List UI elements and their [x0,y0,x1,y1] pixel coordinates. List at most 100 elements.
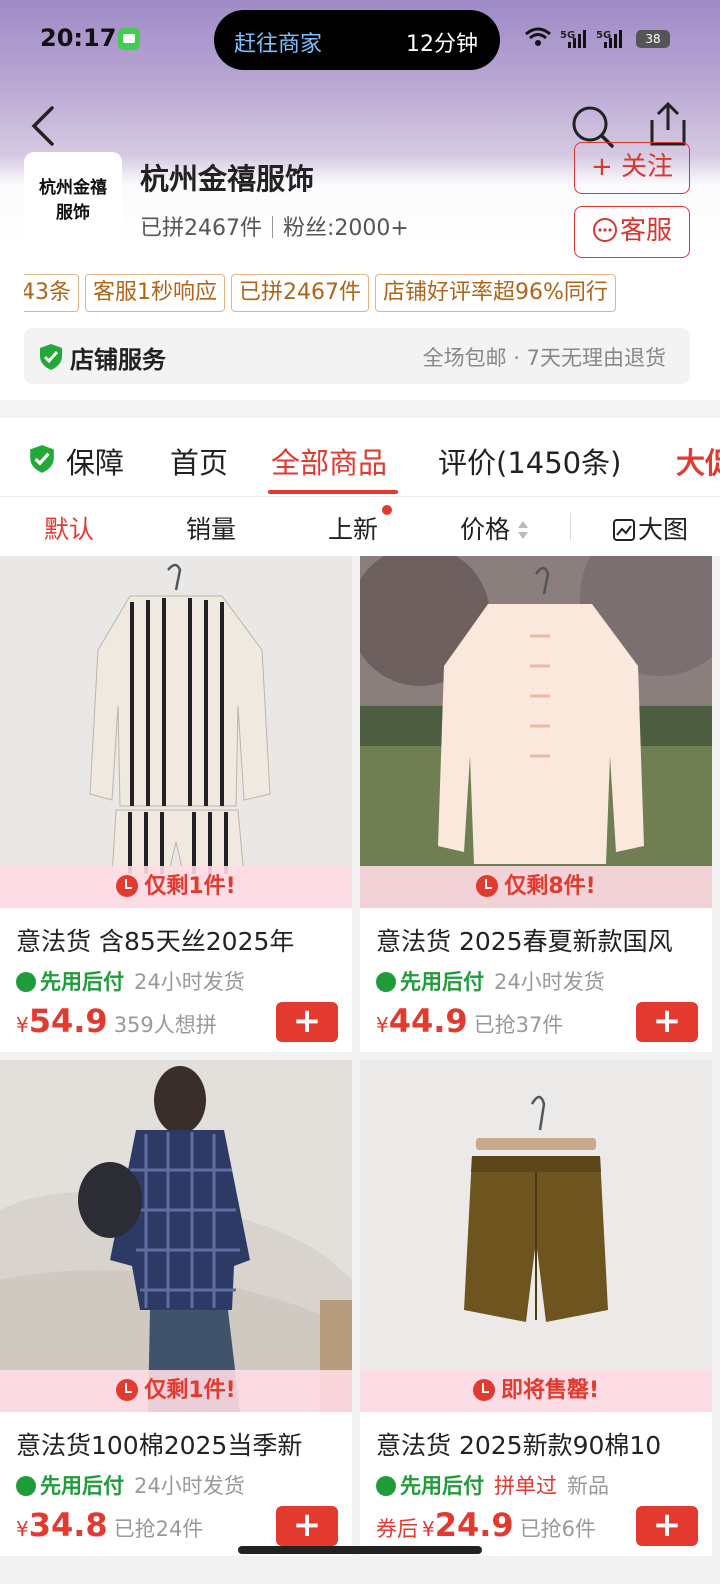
stock-badge-text: 仅剩1件! [144,1378,236,1403]
shop-logo[interactable]: 杭州金禧 服饰 [24,152,122,248]
price-line: ¥44.9 已抢37件 [376,1002,563,1040]
stock-badge: 即将售罄! [360,1370,712,1412]
shop-sold-count: 已拼2467件 [140,216,262,241]
product-card[interactable]: 仅剩1件! 意法货100棉2025当季新 先用后付 24小时发货 ¥34.8 已抢2… [0,1060,352,1556]
currency-symbol: ¥ [16,1517,29,1541]
product-title: 意法货 2025春夏新款国风 [376,927,673,956]
currency-symbol: ¥ [16,1013,29,1037]
add-to-cart-button[interactable]: + [636,1002,698,1042]
product-card[interactable]: 仅剩8件! 意法货 2025春夏新款国风 先用后付 24小时发货 ¥44.9 已抢3… [360,556,712,1052]
sort-price[interactable]: 价格 [460,510,530,546]
dynamic-island-navigation[interactable]: 赶往商家 12分钟 [214,10,500,70]
chat-bubble-icon [592,218,617,242]
status-time: 20:17 [40,24,117,52]
product-popularity: 已抢6件 [519,1517,597,1541]
product-tags: 先用后付 拼单过 新品 [376,1470,609,1500]
share-icon[interactable] [646,100,690,148]
tab-home[interactable]: 首页 [170,440,228,482]
product-price: 24.9 [434,1506,514,1544]
product-popularity: 已抢24件 [113,1517,204,1541]
customer-service-label: 客服 [619,216,672,246]
add-to-cart-button[interactable]: + [636,1506,698,1546]
sort-bar: 默认 销量 上新 价格 大图 [0,496,720,556]
signal-bars-1-icon [568,28,588,48]
product-image [360,556,712,908]
tab-reviews[interactable]: 评价(1450条) [438,440,621,482]
shield-check-icon [30,445,54,473]
pay-later-icon [16,972,36,992]
shield-check-icon [40,344,62,370]
product-image [360,1060,712,1412]
store-service-title: 店铺服务 [70,346,166,374]
home-indicator[interactable] [238,1546,482,1554]
product-title: 意法货100棉2025当季新 [16,1431,303,1460]
price-line: ¥34.8 已抢24件 [16,1506,203,1544]
product-price: 54.9 [28,1002,108,1040]
price-line: ¥54.9 359人想拼 [16,1002,217,1040]
coupon-prefix: 券后 [376,1517,418,1541]
shipping-label: 24小时发货 [494,970,605,994]
store-service-bar[interactable]: 店铺服务 全场包邮 · 7天无理由退货 [24,328,690,384]
tab-promo[interactable]: 大促 [676,440,720,482]
island-eta: 12分钟 [406,32,478,57]
shop-tab-bar: 保障 首页 全部商品 评价(1450条) 大促 [0,418,720,496]
sort-arrows-icon [518,521,529,539]
back-arrow-icon[interactable] [26,104,70,148]
shipping-label: 24小时发货 [134,1474,245,1498]
logo-text-line1: 杭州金禧 [39,178,107,198]
add-to-cart-button[interactable]: + [276,1002,338,1042]
pay-later-label: 先用后付 [400,1474,484,1498]
product-card[interactable]: 仅剩1件! 意法货 含85天丝2025年 先用后付 24小时发货 ¥54.9 359… [0,556,352,1052]
shop-tag: 客服1秒响应 [85,274,225,312]
add-to-cart-button[interactable]: + [276,1506,338,1546]
shop-stats: 已拼2467件 粉丝:2000+ [140,210,409,242]
product-popularity: 359人想拼 [113,1013,217,1037]
status-indicators: 5G 5G 38 [524,24,674,54]
product-card[interactable]: 即将售罄! 意法货 2025新款90棉10 先用后付 拼单过 新品 券后 ¥24.9 已… [360,1060,712,1556]
tab-guarantee[interactable]: 保障 [66,440,124,482]
pay-later-icon [376,972,396,992]
sort-price-label: 价格 [460,515,511,544]
status-bar: 20:17 赶往商家 12分钟 5G 5G 38 [0,0,720,80]
message-app-icon [118,28,140,50]
clock-icon [476,875,499,897]
currency-symbol: ¥ [422,1517,435,1541]
customer-service-button[interactable]: 客服 [574,206,690,258]
shop-name: 杭州金禧服饰 [140,162,315,196]
tab-all-products[interactable]: 全部商品 [271,440,387,482]
shop-tag: 43条 [24,274,79,312]
island-destination: 赶往商家 [234,32,323,57]
group-deal-label: 拼单过 [494,1474,557,1498]
store-service-desc: 全场包邮 · 7天无理由退货 [422,346,666,370]
stock-badge: 仅剩1件! [0,1370,352,1412]
product-popularity: 已抢37件 [473,1013,564,1037]
clock-icon [116,875,139,897]
signal-bars-2-icon [604,28,624,48]
sort-default[interactable]: 默认 [44,510,94,546]
product-tags: 先用后付 24小时发货 [16,1470,245,1500]
shop-tag: 已拼2467件 [231,274,369,312]
stock-badge-text: 仅剩8件! [504,874,596,899]
new-dot-badge [382,505,392,515]
pay-later-icon [16,1476,36,1496]
product-price: 44.9 [388,1002,468,1040]
large-view-label: 大图 [638,515,689,544]
toggle-large-view[interactable]: 大图 [612,510,688,546]
shop-fans-count: 粉丝:2000+ [283,216,409,241]
sort-new[interactable]: 上新 [328,510,378,546]
product-tags: 先用后付 24小时发货 [16,966,245,996]
battery-icon: 38 [636,30,670,48]
currency-symbol: ¥ [376,1013,389,1037]
price-line: 券后 ¥24.9 已抢6件 [376,1506,596,1544]
product-title: 意法货 含85天丝2025年 [16,927,295,956]
sort-sales[interactable]: 销量 [186,510,236,546]
clock-icon [116,1379,139,1401]
divider [570,513,571,541]
stock-badge: 仅剩1件! [0,866,352,908]
logo-text-line2: 服饰 [56,203,90,223]
product-price: 34.8 [28,1506,108,1544]
pay-later-label: 先用后付 [40,1474,124,1498]
follow-button[interactable]: + 关注 [574,142,690,194]
product-tags: 先用后付 24小时发货 [376,966,605,996]
clock-icon [472,1379,495,1401]
